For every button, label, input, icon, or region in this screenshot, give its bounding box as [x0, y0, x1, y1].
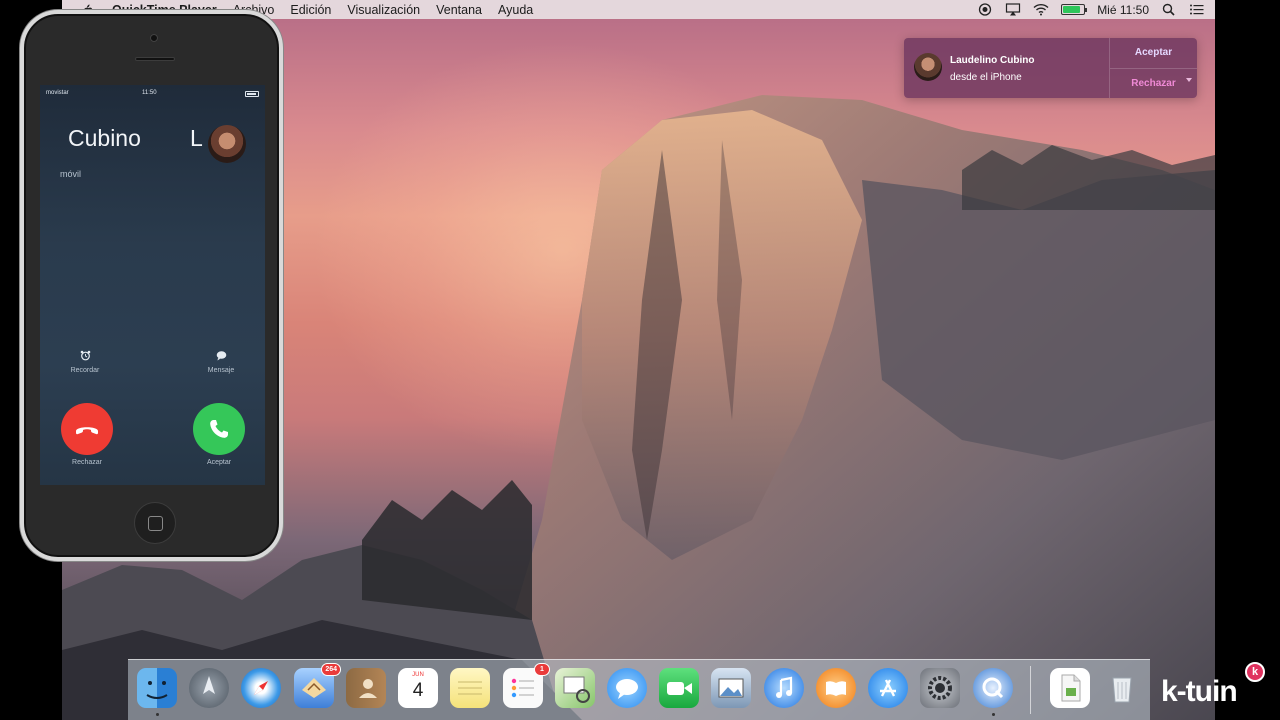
- calendar-month: JUN: [412, 672, 424, 678]
- decline-label: Rechazar: [72, 459, 102, 466]
- mail-icon[interactable]: 264: [294, 663, 341, 708]
- trash-icon[interactable]: [1102, 668, 1142, 708]
- mail-badge: 264: [321, 663, 341, 676]
- document-icon[interactable]: [1050, 668, 1090, 708]
- home-button[interactable]: [134, 502, 176, 544]
- iphone-device: movistar 11:50 Cubino L móvil Recordar M…: [20, 10, 283, 561]
- front-camera: [150, 34, 158, 42]
- message-label: Mensaje: [207, 367, 235, 374]
- notes-icon[interactable]: [450, 668, 490, 708]
- preview-icon[interactable]: [555, 668, 595, 708]
- accept-call-button[interactable]: [193, 403, 245, 455]
- notification-reject-button[interactable]: Rechazar: [1110, 69, 1197, 99]
- watermark-badge: k: [1245, 662, 1265, 682]
- photos-icon[interactable]: [711, 668, 751, 708]
- menu-clock[interactable]: Mié 11:50: [1097, 3, 1149, 17]
- calendar-day: 4: [412, 680, 424, 701]
- itunes-icon[interactable]: [764, 668, 804, 708]
- notification-center-icon[interactable]: [1189, 3, 1205, 16]
- ibooks-icon[interactable]: [816, 668, 856, 708]
- contacts-icon[interactable]: [346, 668, 386, 708]
- message-bubble-icon: [216, 351, 226, 361]
- messages-icon[interactable]: [607, 668, 647, 708]
- incoming-call-notification[interactable]: Laudelino Cubino desde el iPhone Aceptar…: [904, 38, 1197, 98]
- chevron-down-icon[interactable]: [1186, 77, 1192, 82]
- menu-ayuda[interactable]: Ayuda: [498, 3, 533, 17]
- running-indicator: [156, 713, 159, 716]
- iphone-screen: movistar 11:50 Cubino L móvil Recordar M…: [40, 85, 265, 485]
- facetime-icon[interactable]: [659, 668, 699, 708]
- menu-edicion[interactable]: Edición: [290, 3, 331, 17]
- caller-avatar: [914, 53, 942, 81]
- phone-icon: [210, 420, 228, 438]
- alarm-clock-icon: [80, 350, 90, 361]
- notification-text: Laudelino Cubino desde el iPhone: [950, 38, 1109, 98]
- hang-up-phone-icon: [76, 427, 98, 435]
- menu-extras: Mié 11:50: [977, 0, 1205, 19]
- dock-separator: [1030, 666, 1031, 714]
- call-type-label: móvil: [60, 169, 82, 179]
- wifi-icon[interactable]: [1033, 3, 1049, 16]
- notification-detail: desde el iPhone: [950, 72, 1022, 83]
- caller-photo: [208, 125, 246, 163]
- watermark-text: k-tuin: [1161, 675, 1238, 708]
- accept-label: Aceptar: [206, 459, 232, 466]
- earpiece-speaker: [135, 57, 175, 61]
- dock: 264 JUN 4 1: [128, 659, 1150, 720]
- iphone-battery-icon: [245, 91, 259, 97]
- remind-label: Recordar: [70, 367, 100, 374]
- menu-ventana[interactable]: Ventana: [436, 3, 482, 17]
- battery-icon[interactable]: [1061, 4, 1088, 15]
- quicktime-icon[interactable]: [973, 668, 1013, 708]
- message-button[interactable]: Mensaje: [186, 350, 256, 374]
- iphone-status-bar: movistar 11:50: [40, 89, 265, 101]
- notification-actions: Aceptar Rechazar: [1109, 38, 1197, 98]
- safari-icon[interactable]: [241, 668, 281, 708]
- launchpad-icon[interactable]: [189, 668, 229, 708]
- notification-caller-name: Laudelino Cubino: [950, 55, 1035, 66]
- running-indicator: [992, 713, 995, 716]
- system-preferences-icon[interactable]: [920, 668, 960, 708]
- reminders-icon[interactable]: 1: [503, 663, 550, 708]
- app-store-icon[interactable]: [868, 668, 908, 708]
- reminders-badge: 1: [534, 663, 550, 676]
- spotlight-icon[interactable]: [1161, 3, 1177, 16]
- notification-reject-label: Rechazar: [1131, 77, 1176, 89]
- carrier-label: movistar: [46, 90, 69, 96]
- caller-initial: L: [190, 125, 203, 151]
- calendar-icon[interactable]: JUN 4: [398, 668, 438, 708]
- menu-visualizacion[interactable]: Visualización: [347, 3, 420, 17]
- decline-call-button[interactable]: [61, 403, 113, 455]
- airplay-icon[interactable]: [1005, 3, 1021, 16]
- finder-icon[interactable]: [137, 668, 177, 708]
- iphone-time: 11:50: [142, 90, 157, 96]
- record-icon[interactable]: [977, 3, 993, 16]
- ktuin-watermark: k-tuin k: [1155, 662, 1275, 715]
- caller-name: Cubino: [68, 125, 141, 151]
- remind-button[interactable]: Recordar: [50, 350, 120, 374]
- notification-accept-button[interactable]: Aceptar: [1110, 38, 1197, 69]
